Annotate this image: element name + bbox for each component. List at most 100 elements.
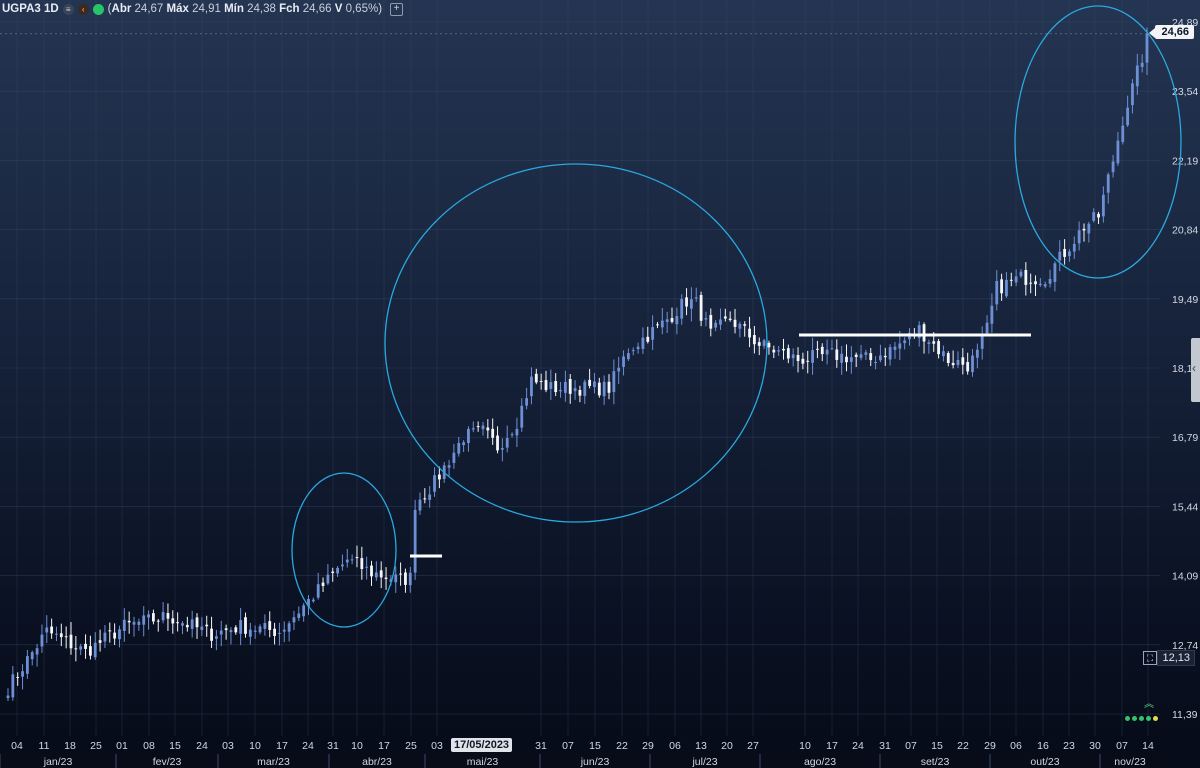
candle-body xyxy=(1009,279,1013,281)
candle-body xyxy=(156,620,160,622)
candle-body xyxy=(35,648,39,655)
candle-body xyxy=(801,358,805,364)
candle-body xyxy=(161,612,165,621)
x-tick-label: 22 xyxy=(616,740,628,752)
candle-body xyxy=(297,613,301,618)
x-tick-label: 24 xyxy=(852,740,864,752)
month-label: mar/23 xyxy=(257,756,290,768)
x-tick-label: 15 xyxy=(169,740,181,752)
candle-body xyxy=(40,634,44,647)
crosshair-focus-icon[interactable]: ⛶ xyxy=(1143,651,1157,665)
candle-body xyxy=(883,355,887,358)
x-tick-label: 31 xyxy=(879,740,891,752)
candle-body xyxy=(849,357,853,362)
candle-body xyxy=(355,557,359,559)
double-chevron-up-icon[interactable]: ︽ xyxy=(1144,700,1154,710)
candle-body xyxy=(1077,230,1081,244)
candle-body xyxy=(520,405,524,428)
x-tick-label: 17 xyxy=(826,740,838,752)
candle-body xyxy=(505,437,509,448)
candle-body xyxy=(462,442,466,446)
add-indicator-icon[interactable]: + xyxy=(390,2,404,16)
candle-body xyxy=(845,356,848,363)
candle-body xyxy=(641,337,645,349)
x-tick-label: 25 xyxy=(405,740,417,752)
x-tick-label: 23 xyxy=(1063,740,1075,752)
candle-body xyxy=(694,297,698,299)
candle-body xyxy=(84,643,87,649)
candle-body xyxy=(1072,243,1076,252)
y-tick-label: 15,44 xyxy=(1172,501,1198,513)
candle-body xyxy=(748,328,751,338)
candle-body xyxy=(341,564,344,567)
candle-body xyxy=(1145,33,1149,63)
annotation-ellipse xyxy=(1014,5,1182,279)
candle-body xyxy=(816,348,819,350)
candle-body xyxy=(132,621,136,625)
chevron-left-icon[interactable]: ‹ xyxy=(77,3,89,15)
candle-body xyxy=(549,382,553,389)
candle-body xyxy=(568,378,572,394)
candle-body xyxy=(786,348,790,359)
y-tick-label: 19,49 xyxy=(1172,294,1198,306)
candle-body xyxy=(767,342,771,348)
candle-body xyxy=(1053,263,1057,282)
candle-body xyxy=(447,465,451,468)
candle-body xyxy=(311,599,315,602)
candle-body xyxy=(408,572,412,586)
side-panel-toggle[interactable] xyxy=(1191,338,1200,402)
candle-body xyxy=(782,348,785,351)
candle-body xyxy=(263,623,267,629)
candle-body xyxy=(651,327,655,340)
candle-body xyxy=(757,342,761,346)
x-tick-label: 06 xyxy=(669,740,681,752)
x-tick-label: 31 xyxy=(535,740,547,752)
bolt-icon[interactable]: ≡ xyxy=(62,3,74,15)
candle-body xyxy=(1014,276,1018,283)
candle-body xyxy=(942,351,945,357)
candle-body xyxy=(602,381,606,397)
x-tick-label: 15 xyxy=(589,740,601,752)
candle-body xyxy=(88,646,92,656)
candle-body xyxy=(25,656,29,674)
candle-body xyxy=(1082,228,1086,231)
candle-body xyxy=(1043,284,1047,287)
candle-body xyxy=(738,323,742,329)
low-price-badge: 12,13 xyxy=(1157,650,1195,666)
x-tick-label: 07 xyxy=(1116,740,1128,752)
x-tick-label: 08 xyxy=(143,740,155,752)
y-tick-label: 11,39 xyxy=(1172,709,1198,721)
candle-body xyxy=(525,398,529,406)
candle-body xyxy=(796,354,800,361)
x-tick-label: 30 xyxy=(1089,740,1101,752)
candle-body xyxy=(534,373,538,383)
candle-body xyxy=(825,349,829,355)
x-tick-label: 20 xyxy=(721,740,733,752)
candle-body xyxy=(966,362,970,372)
candle-body xyxy=(74,648,78,650)
candle-body xyxy=(210,628,213,641)
candle-body xyxy=(593,381,596,388)
candle-body xyxy=(539,380,543,382)
candle-body xyxy=(665,319,669,322)
candle-body xyxy=(656,324,659,326)
candle-body xyxy=(500,448,504,450)
candle-body xyxy=(1126,107,1130,126)
candle-body xyxy=(239,620,243,634)
candle-body xyxy=(1058,251,1062,261)
candle-body xyxy=(452,452,456,463)
price-chart[interactable]: 24,8923,5422,1920,8419,4918,1416,7915,44… xyxy=(0,0,1200,768)
candle-body xyxy=(975,349,979,358)
candle-body xyxy=(791,354,795,359)
month-label: fev/23 xyxy=(153,756,182,768)
candle-body xyxy=(617,367,621,372)
candle-body xyxy=(530,376,533,397)
candle-body xyxy=(321,582,325,586)
candle-body xyxy=(932,341,936,344)
candle-body xyxy=(1063,248,1067,257)
symbol-label[interactable]: UGPA3 1D xyxy=(2,3,59,15)
candle-body xyxy=(496,435,499,451)
month-label: out/23 xyxy=(1030,756,1059,768)
candle-body xyxy=(554,381,558,393)
candle-body xyxy=(258,626,262,633)
